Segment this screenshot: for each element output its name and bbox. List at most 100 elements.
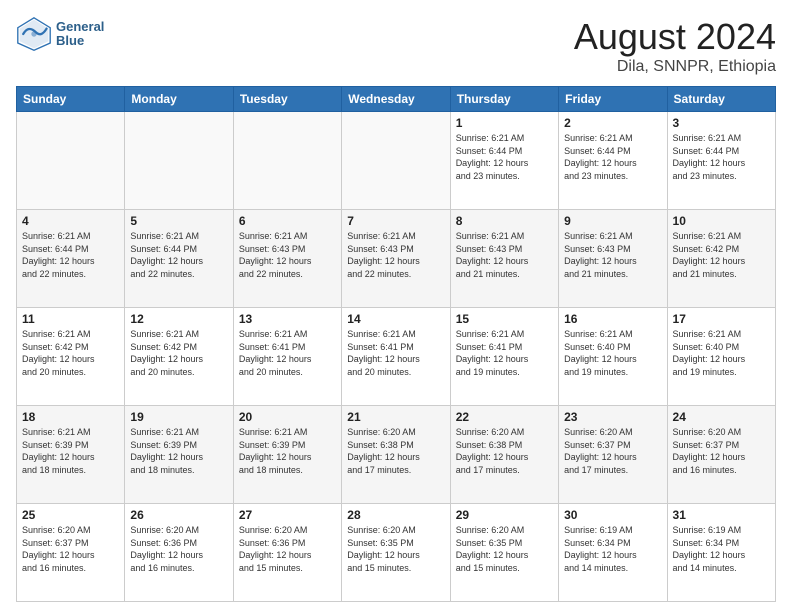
day-info: Sunrise: 6:21 AM Sunset: 6:44 PM Dayligh… <box>673 132 770 182</box>
day-cell: 22Sunrise: 6:20 AM Sunset: 6:38 PM Dayli… <box>450 406 558 504</box>
day-info: Sunrise: 6:21 AM Sunset: 6:41 PM Dayligh… <box>456 328 553 378</box>
day-cell: 9 Sunrise: 6:21 AM Sunset: 6:43 PM Daylig… <box>559 210 667 308</box>
day-info: Sunrise: 6:20 AM Sunset: 6:38 PM Dayligh… <box>456 426 553 476</box>
title-block: August 2024 Dila, SNNPR, Ethiopia <box>574 16 776 76</box>
day-number: 4 <box>22 214 119 228</box>
day-cell: 31 Sunrise: 6:19 AM Sunset: 6:34 PM Dayli… <box>667 504 775 602</box>
day-number: 3 <box>673 116 770 130</box>
calendar-title: August 2024 <box>574 16 776 58</box>
day-number: 14 <box>347 312 444 326</box>
page: General Blue August 2024 Dila, SNNPR, Et… <box>0 0 792 612</box>
day-number: 11 <box>22 312 119 326</box>
day-number: 21 <box>347 410 444 424</box>
week-row-0: 1 Sunrise: 6:21 AM Sunset: 6:44 PM Daylig… <box>17 112 776 210</box>
day-cell: 13 Sunrise: 6:21 AM Sunset: 6:41 PM Dayli… <box>233 308 341 406</box>
day-info: Sunrise: 6:20 AM Sunset: 6:37 PM Dayligh… <box>22 524 119 574</box>
day-info: Sunrise: 6:21 AM Sunset: 6:43 PM Dayligh… <box>564 230 661 280</box>
logo-text: General Blue <box>56 20 104 49</box>
day-cell: 1 Sunrise: 6:21 AM Sunset: 6:44 PM Daylig… <box>450 112 558 210</box>
day-number: 12 <box>130 312 227 326</box>
day-info: Sunrise: 6:21 AM Sunset: 6:40 PM Dayligh… <box>673 328 770 378</box>
day-cell: 14 Sunrise: 6:21 AM Sunset: 6:41 PM Dayli… <box>342 308 450 406</box>
day-cell: 10Sunrise: 6:21 AM Sunset: 6:42 PM Dayli… <box>667 210 775 308</box>
day-cell: 12 Sunrise: 6:21 AM Sunset: 6:42 PM Dayli… <box>125 308 233 406</box>
day-cell <box>342 112 450 210</box>
day-cell: 15 Sunrise: 6:21 AM Sunset: 6:41 PM Dayli… <box>450 308 558 406</box>
day-number: 1 <box>456 116 553 130</box>
week-row-3: 18Sunrise: 6:21 AM Sunset: 6:39 PM Dayli… <box>17 406 776 504</box>
day-number: 29 <box>456 508 553 522</box>
day-header-wednesday: Wednesday <box>342 87 450 112</box>
day-number: 13 <box>239 312 336 326</box>
day-header-saturday: Saturday <box>667 87 775 112</box>
day-cell: 16Sunrise: 6:21 AM Sunset: 6:40 PM Dayli… <box>559 308 667 406</box>
logo-icon <box>16 16 52 52</box>
day-number: 28 <box>347 508 444 522</box>
calendar-subtitle: Dila, SNNPR, Ethiopia <box>574 58 776 76</box>
day-number: 25 <box>22 508 119 522</box>
day-cell: 26Sunrise: 6:20 AM Sunset: 6:36 PM Dayli… <box>125 504 233 602</box>
day-cell: 19 Sunrise: 6:21 AM Sunset: 6:39 PM Dayli… <box>125 406 233 504</box>
day-info: Sunrise: 6:21 AM Sunset: 6:40 PM Dayligh… <box>564 328 661 378</box>
day-cell: 17 Sunrise: 6:21 AM Sunset: 6:40 PM Dayli… <box>667 308 775 406</box>
day-cell: 6Sunrise: 6:21 AM Sunset: 6:43 PM Daylig… <box>233 210 341 308</box>
day-cell: 29 Sunrise: 6:20 AM Sunset: 6:35 PM Dayli… <box>450 504 558 602</box>
day-info: Sunrise: 6:21 AM Sunset: 6:43 PM Dayligh… <box>347 230 444 280</box>
day-cell: 11Sunrise: 6:21 AM Sunset: 6:42 PM Dayli… <box>17 308 125 406</box>
day-cell <box>125 112 233 210</box>
day-cell: 21 Sunrise: 6:20 AM Sunset: 6:38 PM Dayli… <box>342 406 450 504</box>
day-header-friday: Friday <box>559 87 667 112</box>
day-number: 15 <box>456 312 553 326</box>
day-cell <box>17 112 125 210</box>
header-row: SundayMondayTuesdayWednesdayThursdayFrid… <box>17 87 776 112</box>
day-number: 17 <box>673 312 770 326</box>
day-info: Sunrise: 6:20 AM Sunset: 6:36 PM Dayligh… <box>239 524 336 574</box>
day-number: 9 <box>564 214 661 228</box>
day-number: 23 <box>564 410 661 424</box>
logo: General Blue <box>16 16 104 52</box>
day-cell: 4Sunrise: 6:21 AM Sunset: 6:44 PM Daylig… <box>17 210 125 308</box>
logo-line2: Blue <box>56 34 104 48</box>
day-cell: 24Sunrise: 6:20 AM Sunset: 6:37 PM Dayli… <box>667 406 775 504</box>
day-cell: 5Sunrise: 6:21 AM Sunset: 6:44 PM Daylig… <box>125 210 233 308</box>
day-info: Sunrise: 6:20 AM Sunset: 6:35 PM Dayligh… <box>456 524 553 574</box>
day-cell: 7Sunrise: 6:21 AM Sunset: 6:43 PM Daylig… <box>342 210 450 308</box>
day-header-tuesday: Tuesday <box>233 87 341 112</box>
day-info: Sunrise: 6:21 AM Sunset: 6:44 PM Dayligh… <box>456 132 553 182</box>
day-cell: 2 Sunrise: 6:21 AM Sunset: 6:44 PM Daylig… <box>559 112 667 210</box>
day-number: 6 <box>239 214 336 228</box>
week-row-2: 11 Sunrise: 6:21 AM Sunset: 6:42 PM Dayli… <box>17 308 776 406</box>
day-info: Sunrise: 6:21 AM Sunset: 6:42 PM Dayligh… <box>130 328 227 378</box>
day-info: Sunrise: 6:19 AM Sunset: 6:34 PM Dayligh… <box>673 524 770 574</box>
day-cell <box>233 112 341 210</box>
day-info: Sunrise: 6:21 AM Sunset: 6:44 PM Dayligh… <box>130 230 227 280</box>
day-number: 2 <box>564 116 661 130</box>
day-info: Sunrise: 6:21 AM Sunset: 6:41 PM Dayligh… <box>347 328 444 378</box>
day-cell: 20 Sunrise: 6:21 AM Sunset: 6:39 PM Dayli… <box>233 406 341 504</box>
day-number: 24 <box>673 410 770 424</box>
day-number: 19 <box>130 410 227 424</box>
logo-line1: General <box>56 20 104 34</box>
day-info: Sunrise: 6:21 AM Sunset: 6:39 PM Dayligh… <box>22 426 119 476</box>
day-cell: 28 Sunrise: 6:20 AM Sunset: 6:35 PM Dayli… <box>342 504 450 602</box>
header: General Blue August 2024 Dila, SNNPR, Et… <box>16 16 776 76</box>
day-info: Sunrise: 6:20 AM Sunset: 6:38 PM Dayligh… <box>347 426 444 476</box>
calendar-table: SundayMondayTuesdayWednesdayThursdayFrid… <box>16 86 776 602</box>
day-header-thursday: Thursday <box>450 87 558 112</box>
day-info: Sunrise: 6:21 AM Sunset: 6:42 PM Dayligh… <box>673 230 770 280</box>
day-info: Sunrise: 6:21 AM Sunset: 6:44 PM Dayligh… <box>564 132 661 182</box>
day-info: Sunrise: 6:20 AM Sunset: 6:35 PM Dayligh… <box>347 524 444 574</box>
day-cell: 27 Sunrise: 6:20 AM Sunset: 6:36 PM Dayli… <box>233 504 341 602</box>
day-info: Sunrise: 6:21 AM Sunset: 6:41 PM Dayligh… <box>239 328 336 378</box>
day-number: 30 <box>564 508 661 522</box>
day-number: 20 <box>239 410 336 424</box>
day-info: Sunrise: 6:19 AM Sunset: 6:34 PM Dayligh… <box>564 524 661 574</box>
day-number: 31 <box>673 508 770 522</box>
day-cell: 30 Sunrise: 6:19 AM Sunset: 6:34 PM Dayli… <box>559 504 667 602</box>
day-info: Sunrise: 6:20 AM Sunset: 6:37 PM Dayligh… <box>564 426 661 476</box>
day-info: Sunrise: 6:21 AM Sunset: 6:39 PM Dayligh… <box>239 426 336 476</box>
day-info: Sunrise: 6:21 AM Sunset: 6:39 PM Dayligh… <box>130 426 227 476</box>
week-row-1: 4 Sunrise: 6:21 AM Sunset: 6:44 PM Daylig… <box>17 210 776 308</box>
day-number: 8 <box>456 214 553 228</box>
day-number: 27 <box>239 508 336 522</box>
